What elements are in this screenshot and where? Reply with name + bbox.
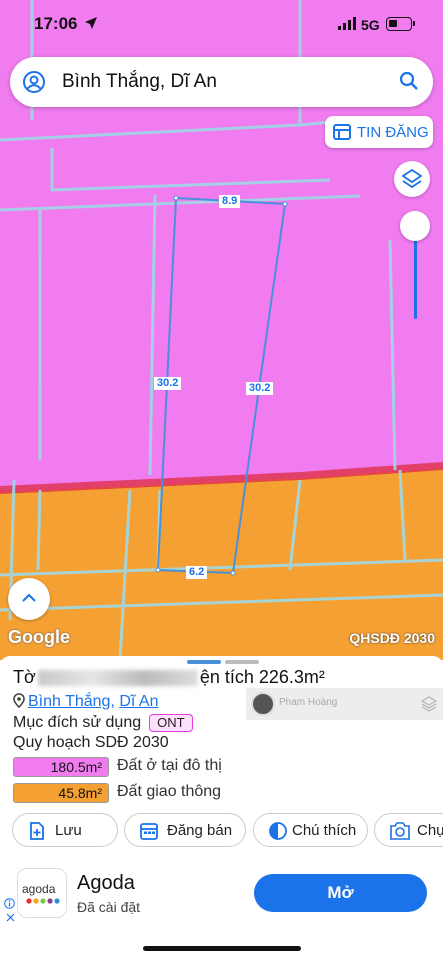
tin-dang-button[interactable]: TIN ĐĂNG <box>325 116 433 148</box>
usage-label: Đất giao thông <box>117 783 222 800</box>
parcel-title-area: ện tích 226.3m² <box>199 667 325 687</box>
ad-subtitle: Đã cài đặt <box>77 899 141 915</box>
location-arrow-icon <box>85 17 97 29</box>
parcel-title-prefix: Tờ <box>13 667 36 687</box>
opacity-slider-knob[interactable] <box>400 211 430 241</box>
signal-icon <box>338 17 356 30</box>
agoda-logo-text: agoda <box>22 882 56 896</box>
sheet-handle-active[interactable] <box>187 660 221 664</box>
status-bar: 17:06 5G <box>0 0 443 50</box>
calendar-icon <box>140 823 158 840</box>
dimension-bottom-label: 6.2 <box>186 566 208 579</box>
layers-icon <box>401 168 423 189</box>
action-chips: Lưu Đăng bán Chú thích Chụ <box>12 813 443 849</box>
agoda-logo[interactable]: agoda <box>17 868 67 918</box>
usage-label: Đất ở tại đô thị <box>117 757 222 774</box>
parcel-title: Tờ ện tích 226.3m² <box>13 667 325 688</box>
map-pin-icon <box>13 693 25 709</box>
address-ward-link[interactable]: Bình Thắng <box>28 693 110 710</box>
redacted-text <box>37 670 198 687</box>
usage-area-badge: 180.5m² <box>13 757 109 777</box>
dimension-top-label: 8.9 <box>219 195 241 208</box>
search-icon[interactable] <box>399 71 419 91</box>
dimension-left-label: 30.2 <box>154 377 182 390</box>
parcel-address: Bình Thắng, Dĩ An <box>13 693 158 711</box>
tin-dang-label: TIN ĐĂNG <box>357 124 429 141</box>
land-purpose-badge: ONT <box>149 714 193 732</box>
parcel-info-sheet: Tờ ện tích 226.3m² Bình Thắng, Dĩ An Pham… <box>0 656 443 960</box>
home-indicator[interactable] <box>143 946 301 951</box>
capture-button[interactable]: Chụ <box>374 813 443 847</box>
google-logo: Google <box>8 627 70 647</box>
app-root: 8.9 30.2 30.2 6.2 TIN ĐĂNG Google QHSDĐ … <box>0 0 443 960</box>
battery-tip <box>413 21 415 26</box>
ad-close-icon[interactable] <box>6 913 15 922</box>
ad-title[interactable]: Agoda <box>77 872 135 895</box>
layers-button[interactable] <box>394 161 430 197</box>
legend-label: Chú thích <box>292 822 357 839</box>
dimension-right-label: 30.2 <box>246 382 274 395</box>
open-app-button[interactable]: Mở <box>254 874 427 912</box>
user-icon[interactable] <box>22 70 46 94</box>
chevron-up-icon <box>22 593 36 602</box>
layers-stack-icon <box>421 696 437 712</box>
search-bar[interactable]: Bình Thắng, Dĩ An <box>10 57 433 107</box>
capture-label: Chụ <box>417 822 443 839</box>
contrast-icon <box>269 822 287 840</box>
collapse-button[interactable] <box>8 578 50 620</box>
battery-icon <box>386 17 412 31</box>
address-city-link[interactable]: Dĩ An <box>119 693 158 710</box>
address-separator: , <box>110 693 115 710</box>
land-purpose-label: Mục đích sử dụng <box>13 714 142 731</box>
status-time: 17:06 <box>34 14 78 33</box>
usage-area-badge: 45.8m² <box>13 783 109 803</box>
land-purpose-row: Mục đích sử dụng ONT <box>13 714 193 732</box>
save-label: Lưu <box>55 822 82 839</box>
network-label: 5G <box>361 17 380 33</box>
ad-banner[interactable]: agoda Agoda Đã cài đặt Mở <box>0 858 443 960</box>
save-button[interactable]: Lưu <box>12 813 118 847</box>
watermark-overlay: Pham Hoàng <box>246 688 443 720</box>
post-sale-label: Đăng bán <box>167 822 233 839</box>
layer-name-label: QHSDĐ 2030 <box>349 630 435 646</box>
camera-icon <box>390 822 410 840</box>
post-sale-button[interactable]: Đăng bán <box>124 813 246 847</box>
avatar <box>251 692 275 716</box>
watermark-name: Pham Hoàng <box>279 697 338 708</box>
add-document-icon <box>30 822 44 840</box>
sheet-handle-inactive[interactable] <box>225 660 259 664</box>
search-query[interactable]: Bình Thắng, Dĩ An <box>62 71 217 93</box>
plan-title: Quy hoạch SDĐ 2030 <box>13 734 169 751</box>
legend-button[interactable]: Chú thích <box>253 813 368 847</box>
agoda-dots-icon <box>26 898 60 904</box>
listing-icon <box>333 124 351 140</box>
ad-info-icon[interactable] <box>4 898 15 909</box>
